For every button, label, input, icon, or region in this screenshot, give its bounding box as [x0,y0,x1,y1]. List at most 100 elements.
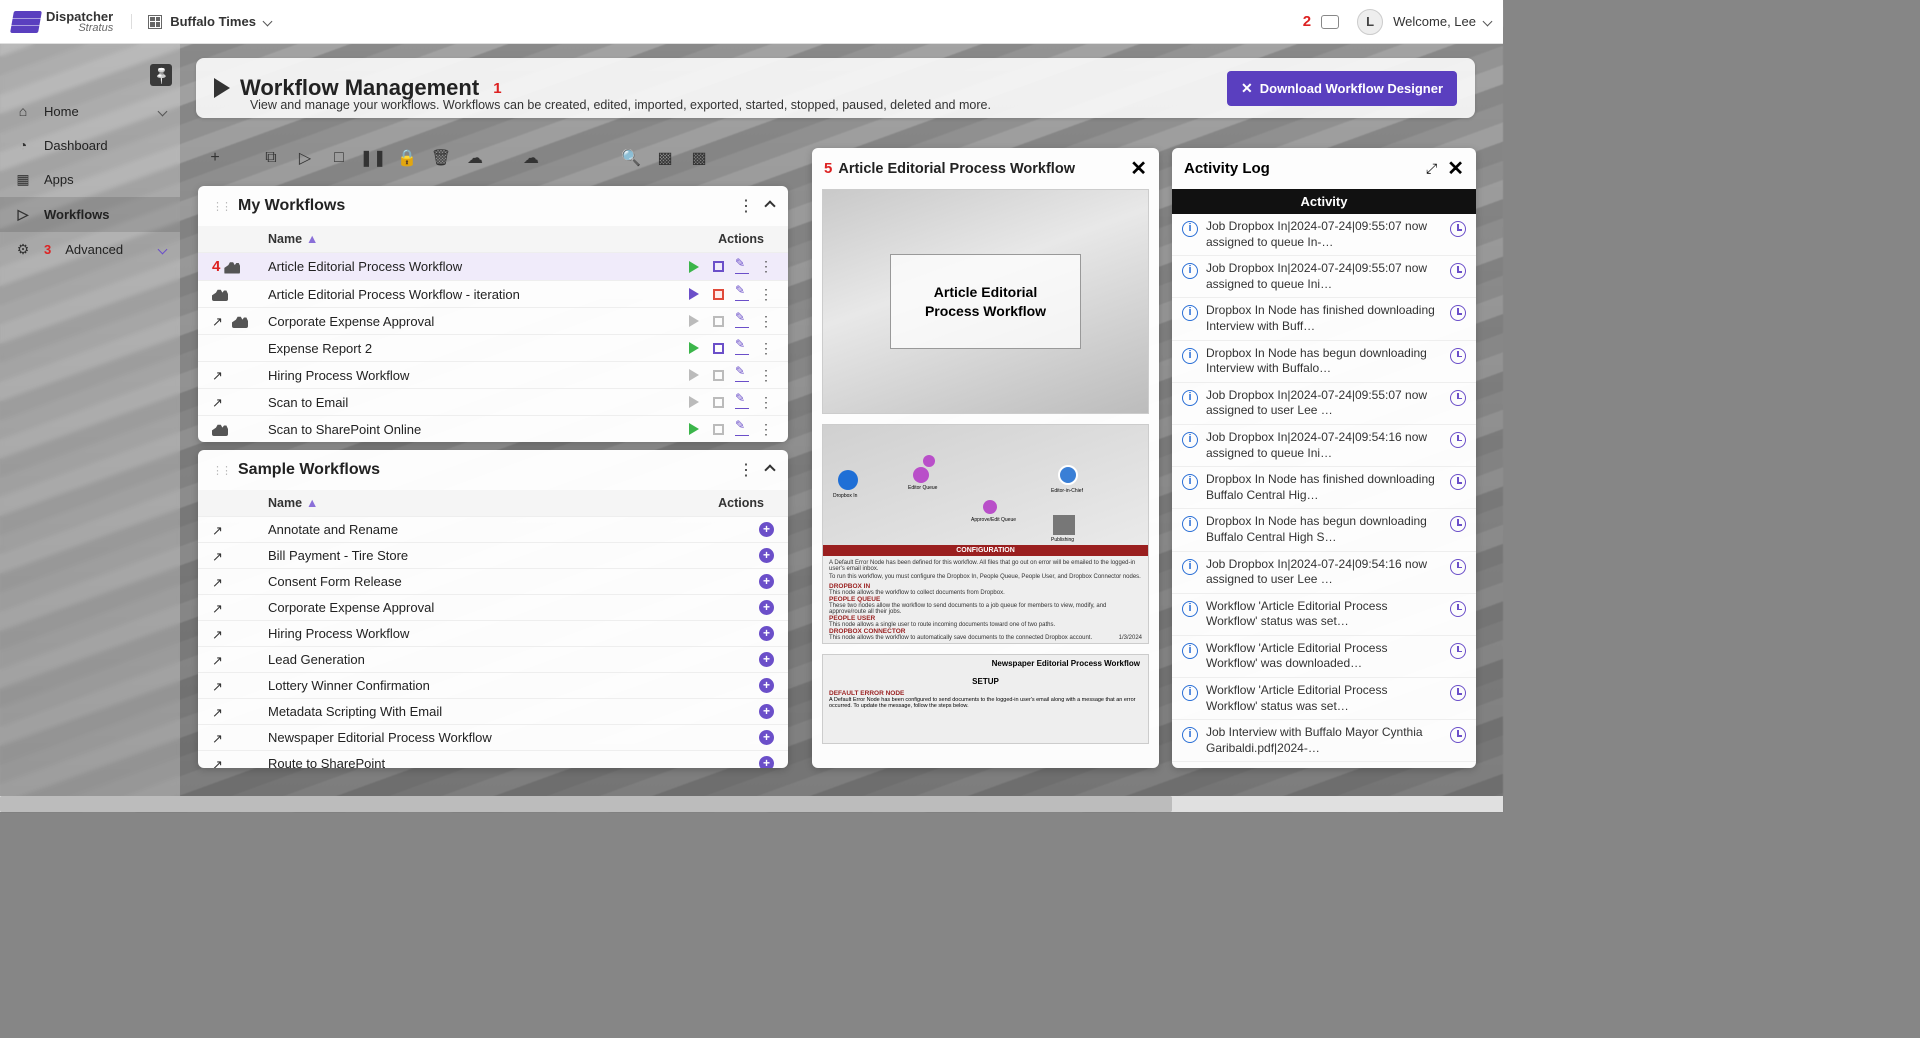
sample-workflow-row[interactable]: Route to SharePoint + [198,750,788,768]
sample-workflow-row[interactable]: Lottery Winner Confirmation + [198,672,788,698]
add-sample-button[interactable]: + [759,704,774,719]
collapse-button[interactable] [764,464,775,475]
collapse-button[interactable] [764,200,775,211]
stop-button[interactable]: □ [328,147,350,169]
run-button[interactable] [686,286,702,302]
sidebar-item-home[interactable]: ⌂ Home [0,94,180,128]
card-menu-button[interactable]: ⋮ [738,196,754,216]
add-sample-button[interactable]: + [759,522,774,537]
sidebar-item-apps[interactable]: ▦ Apps [0,162,180,197]
edit-button[interactable] [734,367,750,383]
row-menu-button[interactable]: ⋮ [758,421,774,437]
sample-workflow-row[interactable]: Lead Generation + [198,646,788,672]
activity-item[interactable]: i Job Interview with Buffalo Mayor Cynth… [1172,720,1476,762]
user-menu[interactable]: Welcome, Lee [1393,14,1491,29]
run-button[interactable] [686,313,702,329]
row-menu-button[interactable]: ⋮ [758,313,774,329]
activity-item[interactable]: i Job Dropbox In|2024-07-24|09:54:16 now… [1172,552,1476,594]
stop-button[interactable] [710,394,726,410]
close-preview-button[interactable]: ✕ [1130,156,1147,181]
delete-button[interactable]: 🗑 [430,147,452,169]
stop-button[interactable] [710,340,726,356]
sidebar-item-dashboard[interactable]: ◔ Dashboard [0,128,180,162]
workflow-row[interactable]: Hiring Process Workflow ⋮ [198,361,788,388]
lock-button[interactable]: 🔒 [396,147,418,169]
drag-handle-icon[interactable]: ⋮⋮ [212,464,230,477]
avatar[interactable]: L [1357,9,1383,35]
name-column-header[interactable]: Name▲ [268,232,318,246]
copy-button[interactable]: ⧉ [260,147,282,169]
chat-icon[interactable] [1321,15,1339,29]
preview-thumbnail-2[interactable]: Article Editorial Process Workflow Dropb… [822,424,1149,644]
sample-workflow-row[interactable]: Hiring Process Workflow + [198,620,788,646]
stop-button[interactable] [710,286,726,302]
row-menu-button[interactable]: ⋮ [758,394,774,410]
run-button[interactable] [686,340,702,356]
sample-workflow-row[interactable]: Corporate Expense Approval + [198,594,788,620]
activity-item[interactable]: i Job Interview with Buffalo Mayor Cynth… [1172,762,1476,768]
edit-button[interactable] [734,421,750,437]
preview-thumbnail-1[interactable]: Article EditorialProcess Workflow [822,189,1149,414]
workflow-row[interactable]: Scan to SharePoint Online ⋮ [198,415,788,442]
activity-item[interactable]: i Workflow 'Article Editorial Process Wo… [1172,594,1476,636]
add-sample-button[interactable]: + [759,730,774,745]
workflow-row[interactable]: Scan to Email ⋮ [198,388,788,415]
workflow-row[interactable]: Corporate Expense Approval ⋮ [198,307,788,334]
activity-item[interactable]: i Job Dropbox In|2024-07-24|09:55:07 now… [1172,214,1476,256]
stop-button[interactable] [710,367,726,383]
horizontal-scrollbar[interactable] [0,796,1503,812]
drag-handle-icon[interactable]: ⋮⋮ [212,200,230,213]
run-button[interactable] [686,394,702,410]
search-button[interactable]: 🔍 [620,147,642,169]
preview-thumbnail-3[interactable]: Newspaper Editorial Process Workflow SET… [822,654,1149,744]
activity-item[interactable]: i Job Dropbox In|2024-07-24|09:55:07 now… [1172,383,1476,425]
add-sample-button[interactable]: + [759,756,774,768]
popout-icon[interactable]: ⤢ [1426,160,1437,177]
run-button[interactable] [686,421,702,437]
row-menu-button[interactable]: ⋮ [758,286,774,302]
cloud-up-button[interactable]: ☁ [464,147,486,169]
edit-button[interactable] [734,286,750,302]
edit-button[interactable] [734,259,750,275]
hide-log-button[interactable]: ▩ [688,147,710,169]
workflow-row[interactable]: Expense Report 2 ⋮ [198,334,788,361]
activity-item[interactable]: i Dropbox In Node has finished downloadi… [1172,298,1476,340]
stop-button[interactable] [710,313,726,329]
row-menu-button[interactable]: ⋮ [758,367,774,383]
add-sample-button[interactable]: + [759,548,774,563]
add-sample-button[interactable]: + [759,626,774,641]
download-designer-button[interactable]: ✕ Download Workflow Designer [1227,71,1457,106]
card-menu-button[interactable]: ⋮ [738,460,754,480]
cloud-down-button[interactable]: ☁ [520,147,542,169]
stop-button[interactable] [710,259,726,275]
add-sample-button[interactable]: + [759,652,774,667]
sample-workflow-row[interactable]: Annotate and Rename + [198,516,788,542]
pin-sidebar-button[interactable] [150,64,172,86]
sample-workflow-row[interactable]: Bill Payment - Tire Store + [198,542,788,568]
edit-button[interactable] [734,313,750,329]
activity-item[interactable]: i Dropbox In Node has finished downloadi… [1172,467,1476,509]
run-button[interactable] [686,259,702,275]
activity-item[interactable]: i Job Dropbox In|2024-07-24|09:55:07 now… [1172,256,1476,298]
sidebar-item-workflows[interactable]: ▷ Workflows [0,197,180,232]
pause-button[interactable]: ❚❚ [362,147,384,169]
workflow-row[interactable]: Article Editorial Process Workflow - ite… [198,280,788,307]
stop-button[interactable] [710,421,726,437]
edit-button[interactable] [734,394,750,410]
activity-item[interactable]: i Job Dropbox In|2024-07-24|09:54:16 now… [1172,425,1476,467]
activity-item[interactable]: i Workflow 'Article Editorial Process Wo… [1172,678,1476,720]
sample-workflow-row[interactable]: Consent Form Release + [198,568,788,594]
row-menu-button[interactable]: ⋮ [758,340,774,356]
sample-workflow-row[interactable]: Metadata Scripting With Email + [198,698,788,724]
play-button[interactable]: ▷ [294,147,316,169]
edit-button[interactable] [734,340,750,356]
row-menu-button[interactable]: ⋮ [758,259,774,275]
activity-item[interactable]: i Dropbox In Node has begun downloading … [1172,341,1476,383]
add-sample-button[interactable]: + [759,574,774,589]
sample-workflow-row[interactable]: Newspaper Editorial Process Workflow + [198,724,788,750]
org-switcher[interactable]: Buffalo Times [131,14,271,29]
sidebar-item-advanced[interactable]: ⚙ 3 Advanced [0,232,180,267]
close-activity-button[interactable]: ✕ [1447,156,1464,181]
activity-item[interactable]: i Dropbox In Node has begun downloading … [1172,509,1476,551]
add-sample-button[interactable]: + [759,678,774,693]
